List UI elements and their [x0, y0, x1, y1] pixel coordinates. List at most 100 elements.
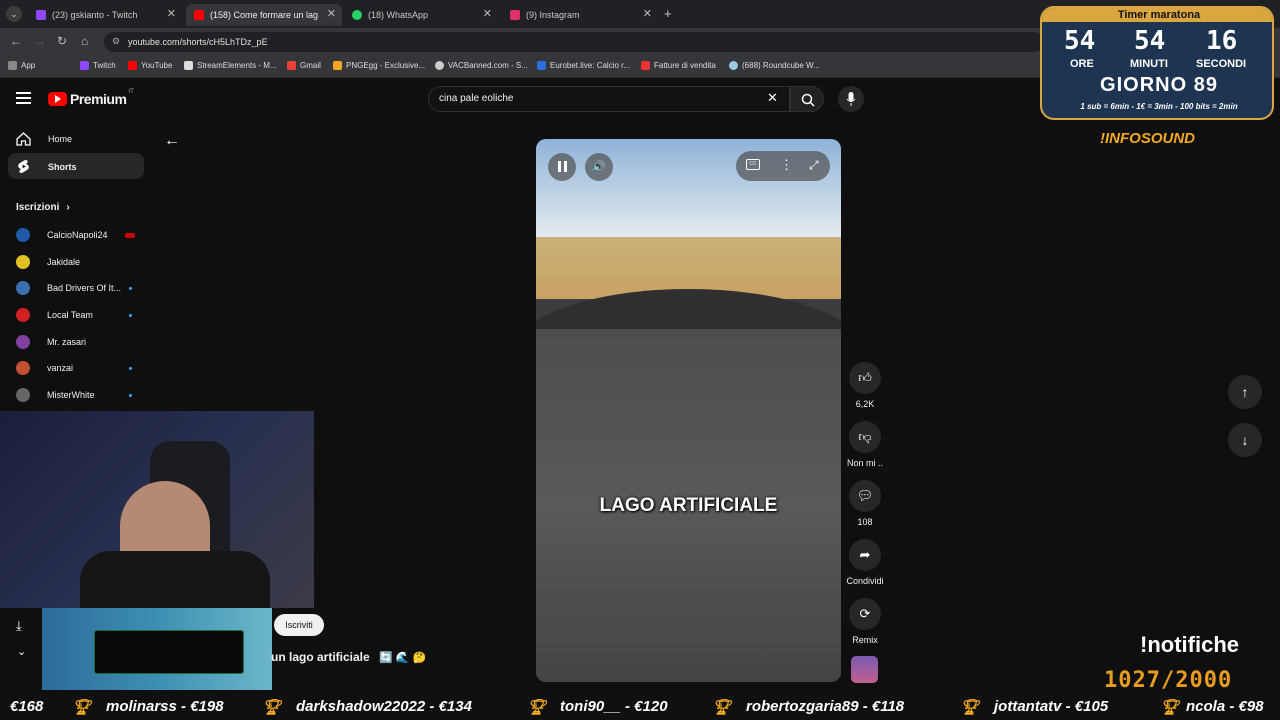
notification-counter: 1027/2000	[1104, 668, 1233, 693]
close-tab-icon[interactable]: ✕	[643, 7, 652, 20]
avatar	[16, 228, 30, 242]
tab-twitch[interactable]: (23) gskianto - Twitch ✕	[28, 4, 182, 26]
next-short-button[interactable]: ↓	[1228, 423, 1262, 457]
tab-title: (9) Instagram	[526, 10, 580, 20]
close-tab-icon[interactable]: ✕	[167, 7, 176, 20]
channel-name: CalcioNapoli24	[47, 230, 108, 240]
thumbs-up-icon[interactable]: 👍︎	[849, 362, 881, 394]
timer-hours: 54	[1064, 26, 1096, 56]
new-tab-button[interactable]: +	[664, 6, 672, 21]
volume-button[interactable]: 🔊	[585, 153, 613, 181]
previous-short-button[interactable]: ↑	[1228, 375, 1262, 409]
more-options-icon[interactable]: ⋮	[780, 157, 793, 173]
youtube-play-icon	[48, 92, 67, 106]
bookmark-item[interactable]: PNGEgg - Exclusive...	[333, 61, 425, 70]
sidebar-channel-item[interactable]: Local Team	[16, 308, 93, 322]
sidebar-channel-item[interactable]: Jakidale	[16, 255, 80, 269]
pause-button[interactable]	[548, 153, 576, 181]
channel-name: MisterWhite	[47, 390, 95, 400]
microphone-icon	[846, 92, 856, 106]
shorts-video-player[interactable]: 🔊 CC ⋮ ⤢ LAGO ARTIFICIALE	[536, 139, 841, 682]
close-tab-icon[interactable]: ✕	[327, 7, 336, 20]
like-action[interactable]: 👍︎ 6,2K	[849, 362, 881, 409]
share-icon[interactable]: ➦	[849, 539, 881, 571]
sidebar-channel-item[interactable]: vanzai	[16, 361, 73, 375]
bookmark-item[interactable]: App	[8, 61, 35, 70]
reload-icon[interactable]: ↻	[57, 34, 67, 48]
marathon-timer: Timer maratona 54 54 16 ORE MINUTI SECON…	[1040, 6, 1274, 120]
back-arrow-icon[interactable]: ←	[164, 132, 180, 150]
sidebar-item-shorts[interactable]: Shorts	[16, 159, 77, 174]
bookmark-item[interactable]: (688) Roundcube W...	[729, 61, 820, 70]
audio-thumbnail[interactable]	[851, 656, 878, 683]
sidebar-item-label: Home	[48, 134, 73, 144]
chevron-down-icon[interactable]: ⌄	[17, 645, 26, 658]
avatar	[16, 255, 30, 269]
download-icon[interactable]: ⤓	[16, 618, 22, 634]
trophy-icon: 🏆︎	[960, 699, 980, 716]
forward-icon[interactable]: →	[34, 34, 46, 48]
url-text: youtube.com/shorts/cH5LhTDz_pE	[128, 37, 268, 47]
subscribe-button[interactable]: Iscriviti	[274, 614, 324, 636]
bookmark-item[interactable]: Eurobet.live: Calcio r...	[537, 61, 630, 70]
tab-youtube[interactable]: (158) Come formare un lag ✕	[186, 4, 342, 26]
search-input[interactable]: cina pale eoliche	[428, 86, 790, 112]
sidebar-item-home[interactable]: Home	[16, 132, 72, 146]
bookmark-item[interactable]: Fatture di vendita	[641, 61, 716, 70]
voice-search-button[interactable]	[838, 86, 864, 112]
section-title: Iscrizioni	[16, 202, 60, 213]
site-info-icon[interactable]: ⚙	[112, 36, 120, 47]
close-tab-icon[interactable]: ✕	[483, 7, 492, 20]
comments-action[interactable]: 💬︎ 108	[849, 480, 881, 527]
comment-count: 108	[857, 517, 873, 527]
tab-list-chevron-icon[interactable]: ⌄	[6, 6, 22, 22]
home-icon[interactable]: ⌂	[81, 34, 88, 48]
share-action[interactable]: ➦ Condividi	[846, 539, 884, 586]
address-bar[interactable]: ⚙ youtube.com/shorts/cH5LhTDz_pE	[104, 32, 1044, 52]
infosound-command: !INFOSOUND	[1100, 130, 1195, 147]
tab-instagram[interactable]: (9) Instagram ✕	[502, 4, 658, 26]
ticker-item: molinarss - €198	[106, 698, 224, 715]
captions-icon[interactable]: CC	[746, 159, 760, 170]
sidebar-channel-item[interactable]: Bad Drivers Of It...	[16, 281, 121, 295]
bookmark-item[interactable]: Twitch	[80, 61, 116, 70]
bookmark-item[interactable]: YouTube	[128, 61, 172, 70]
logo-text: Premium	[70, 91, 127, 107]
subscriptions-header[interactable]: Iscrizioni ›	[16, 202, 70, 213]
clear-search-icon[interactable]: ✕	[767, 90, 778, 106]
region-code: IT	[128, 89, 134, 95]
timer-seconds: 16	[1206, 26, 1238, 56]
thumbs-down-icon[interactable]: 👎︎	[849, 421, 881, 453]
remix-action[interactable]: ⟳ Remix	[849, 598, 881, 645]
dislike-action[interactable]: 👎︎ Non mi ..	[847, 421, 883, 468]
bookmark-item[interactable]: Gmail	[287, 61, 321, 70]
channel-name: Mr. zasari	[47, 337, 87, 347]
comment-icon[interactable]: 💬︎	[849, 480, 881, 512]
avatar	[16, 308, 30, 322]
sidebar-channel-item[interactable]: MisterWhite	[16, 388, 95, 402]
eurobet-icon	[537, 61, 546, 70]
pngegg-icon	[333, 61, 342, 70]
youtube-logo[interactable]: Premium IT	[48, 89, 134, 107]
timer-day: GIORNO 89	[1100, 74, 1218, 96]
chevron-right-icon: ›	[66, 202, 70, 213]
fullscreen-icon[interactable]: ⤢	[809, 158, 819, 173]
back-icon[interactable]: ←	[10, 34, 22, 48]
tab-whatsapp[interactable]: (18) WhatsApp ✕	[344, 4, 498, 26]
menu-icon[interactable]	[16, 92, 31, 104]
search-button[interactable]	[790, 86, 824, 112]
video-title[interactable]: un lago artificiale 🔄 🌊 🤔	[271, 650, 426, 664]
volume-icon: 🔊	[592, 161, 606, 173]
sidebar-channel-item[interactable]: Mr. zasari	[16, 335, 86, 349]
avatar	[16, 388, 30, 402]
bookmark-item[interactable]: VACBanned.com - S...	[435, 61, 528, 70]
ticker-item: toni90__ - €120	[560, 698, 668, 715]
ticker-item: darkshadow22022 - €134	[296, 698, 472, 715]
sidebar-channel-item[interactable]: CalcioNapoli24	[16, 228, 108, 242]
remix-icon[interactable]: ⟳	[849, 598, 881, 630]
globe-icon	[435, 61, 444, 70]
new-content-dot	[129, 367, 132, 370]
bookmark-item[interactable]: StreamElements - M...	[184, 61, 277, 70]
invoice-icon	[641, 61, 650, 70]
home-icon	[16, 132, 31, 146]
